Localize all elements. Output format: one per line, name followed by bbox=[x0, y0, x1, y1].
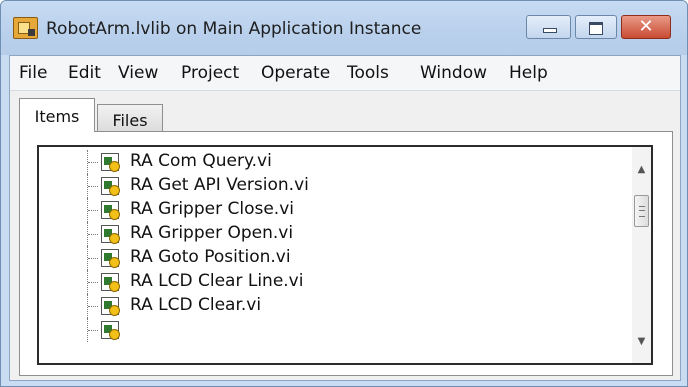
tree-item[interactable]: RA LCD Clear Line.vi bbox=[39, 270, 619, 294]
project-window: RobotArm.lvlib on Main Application Insta… bbox=[0, 0, 688, 387]
menu-project[interactable]: Project bbox=[181, 63, 239, 83]
tree-connector bbox=[88, 282, 98, 284]
scroll-thumb[interactable] bbox=[634, 195, 649, 227]
tree-item-label: RA Com Query.vi bbox=[130, 151, 272, 171]
close-button[interactable]: ✕ bbox=[621, 15, 671, 39]
tree-item-label: RA LCD Clear Line.vi bbox=[130, 271, 304, 291]
maximize-icon bbox=[589, 22, 603, 35]
tab-items[interactable]: Items bbox=[19, 98, 95, 132]
tree-connector bbox=[88, 258, 98, 260]
labview-project-icon bbox=[13, 17, 38, 39]
menu-view[interactable]: View bbox=[118, 63, 158, 83]
project-tree[interactable]: RA Com Query.vi RA Get API Version.vi RA… bbox=[37, 145, 653, 365]
menu-edit[interactable]: Edit bbox=[68, 63, 101, 83]
tree-connector bbox=[88, 186, 98, 188]
menu-operate[interactable]: Operate bbox=[261, 63, 330, 83]
tree-item[interactable]: RA Get API Version.vi bbox=[39, 174, 619, 198]
menu-tools[interactable]: Tools bbox=[347, 63, 389, 83]
menu-bar: File Edit View Project Operate Tools Win… bbox=[10, 56, 680, 91]
tree-connector bbox=[88, 234, 98, 236]
menu-file[interactable]: File bbox=[19, 63, 47, 83]
maximize-button[interactable] bbox=[575, 15, 617, 39]
menu-window[interactable]: Window bbox=[420, 63, 487, 83]
tree-connector bbox=[88, 306, 98, 308]
tree-item-label: RA Gripper Open.vi bbox=[130, 223, 294, 243]
vertical-scrollbar[interactable]: ▲ ▼ bbox=[632, 147, 651, 363]
minimize-icon bbox=[543, 28, 557, 33]
minimize-button[interactable] bbox=[526, 15, 571, 39]
tree-connector bbox=[88, 330, 98, 332]
tree-item[interactable]: RA Gripper Open.vi bbox=[39, 222, 619, 246]
tree-item[interactable]: RA LCD Clear.vi bbox=[39, 294, 619, 318]
vi-file-icon bbox=[101, 249, 120, 268]
items-panel: RA Com Query.vi RA Get API Version.vi RA… bbox=[19, 131, 673, 376]
vi-file-icon bbox=[101, 153, 120, 172]
scroll-up-arrow-icon[interactable]: ▲ bbox=[632, 161, 651, 179]
vi-file-icon bbox=[101, 201, 120, 220]
vi-file-icon bbox=[101, 177, 120, 196]
tab-files[interactable]: Files bbox=[97, 104, 163, 132]
vi-file-icon bbox=[101, 273, 120, 292]
scroll-down-arrow-icon[interactable]: ▼ bbox=[632, 333, 651, 351]
vi-file-icon bbox=[101, 321, 120, 340]
tree-item[interactable]: RA Gripper Close.vi bbox=[39, 198, 619, 222]
vi-file-icon bbox=[101, 225, 120, 244]
tree-item[interactable]: RA Com Query.vi bbox=[39, 150, 619, 174]
tree-item-label: RA LCD Clear.vi bbox=[130, 295, 262, 315]
window-content: File Edit View Project Operate Tools Win… bbox=[9, 55, 681, 381]
close-icon: ✕ bbox=[638, 16, 654, 37]
tree-item-label: RA Goto Position.vi bbox=[130, 247, 291, 267]
window-title: RobotArm.lvlib on Main Application Insta… bbox=[46, 19, 422, 39]
tree-connector bbox=[88, 210, 98, 212]
tree-item-partial[interactable] bbox=[39, 318, 619, 342]
tree-connector bbox=[88, 162, 98, 164]
tree-item[interactable]: RA Goto Position.vi bbox=[39, 246, 619, 270]
vi-file-icon bbox=[101, 297, 120, 316]
title-bar[interactable]: RobotArm.lvlib on Main Application Insta… bbox=[1, 1, 687, 55]
tree-item-label: RA Gripper Close.vi bbox=[130, 199, 294, 219]
menu-help[interactable]: Help bbox=[509, 63, 548, 83]
tree-item-label: RA Get API Version.vi bbox=[130, 175, 309, 195]
